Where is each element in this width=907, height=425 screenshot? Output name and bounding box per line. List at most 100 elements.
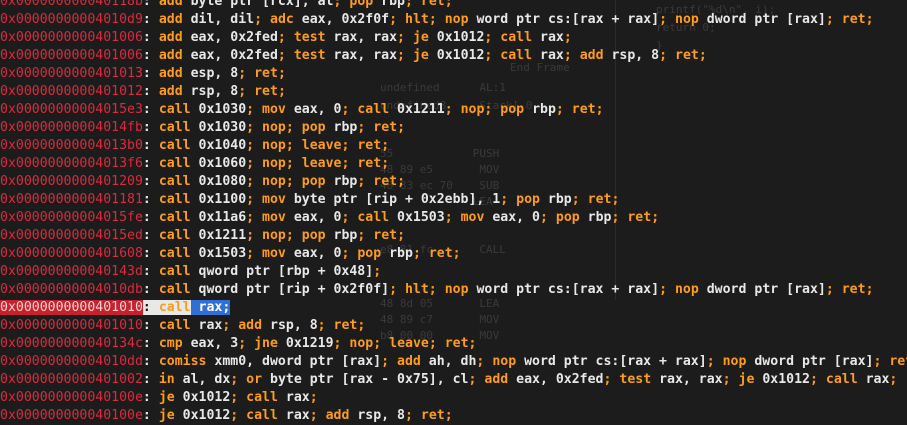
gadget-line[interactable]: 0x000000000040143d: call qword ptr [rbp … xyxy=(0,263,907,281)
mnemonic: test xyxy=(619,372,652,387)
gadget-line[interactable]: 0x0000000000401209: call 0x1080; nop; po… xyxy=(0,173,907,191)
terminal-output[interactable]: 0x000000000040118b: add byte ptr [rcx], … xyxy=(0,0,907,425)
mnemonic: call xyxy=(158,264,191,279)
mnemonic: pop xyxy=(555,210,580,225)
gadget-line[interactable]: 0x000000000040100e: je 0x1012; call rax; xyxy=(0,389,907,407)
gadget-line[interactable]: 0x00000000004015fe: call 0x11a6; mov eax… xyxy=(0,209,907,227)
operands: word ptr cs:[rax + rax] xyxy=(468,282,660,297)
mnemonic: nop xyxy=(262,228,286,243)
address-colon: : xyxy=(142,300,159,315)
instruction-separator: ; xyxy=(476,354,493,369)
operands: dword ptr [rax] xyxy=(698,282,826,297)
instruction-separator: ; xyxy=(428,12,445,27)
gadget-address: 0x00000000004015e3 xyxy=(0,102,143,117)
instruction-separator: ; xyxy=(468,336,477,351)
operands: 0x1030 xyxy=(190,120,247,135)
gadget-line[interactable]: 0x0000000000401010: call rax; add rsp, 8… xyxy=(0,317,907,335)
gadget-line[interactable]: 0x0000000000401006: add eax, 0x2fed; tes… xyxy=(0,29,907,47)
instruction-separator: ; xyxy=(698,48,707,63)
address-colon: : xyxy=(142,408,159,423)
gadget-line[interactable]: 0x00000000004013f6: call 0x1060; nop; le… xyxy=(0,155,907,173)
operands: dword ptr [rax] xyxy=(698,12,826,27)
mnemonic: leave xyxy=(301,156,342,171)
operands: 0x1012 xyxy=(174,390,231,405)
instruction-separator: ; xyxy=(222,318,239,333)
gadget-line[interactable]: 0x0000000000401002: in al, dx; or byte p… xyxy=(0,371,907,389)
mnemonic: ret xyxy=(357,156,382,171)
operands: rbp xyxy=(325,174,358,189)
mnemonic: add xyxy=(484,372,509,387)
mnemonic: call xyxy=(158,174,191,189)
address-colon: : xyxy=(142,246,159,261)
mnemonic: nop xyxy=(675,12,699,27)
gadget-address: 0x0000000000401012 xyxy=(0,84,143,99)
gadget-line[interactable]: 0x00000000004015e3: call 0x1030; mov eax… xyxy=(0,101,907,119)
address-colon: : xyxy=(142,30,159,45)
gadget-line[interactable]: 0x00000000004014fb: call 0x1030; nop; po… xyxy=(0,119,907,137)
gadget-line[interactable]: 0x00000000004010db: call qword ptr [rip … xyxy=(0,281,907,299)
gadget-address: 0x0000000000401209 xyxy=(0,174,143,189)
mnemonic: ret xyxy=(587,192,612,207)
instruction-separator: ; xyxy=(341,210,358,225)
mnemonic: call xyxy=(357,210,390,225)
mnemonic: call xyxy=(158,300,191,315)
instruction-separator: ; xyxy=(452,246,461,261)
operands: rbp xyxy=(381,246,413,261)
mnemonic: call xyxy=(158,210,191,225)
operands: rbp xyxy=(325,120,358,135)
gadget-line[interactable]: 0x0000000000401608: call 0x1503; mov eax… xyxy=(0,245,907,263)
gadget-line[interactable]: 0x000000000040100e: je 0x1012; call rax;… xyxy=(0,407,907,425)
gadget-line-selected[interactable]: 0x0000000000401010: call rax; xyxy=(0,299,907,317)
instruction-separator: ; xyxy=(381,156,390,171)
instruction-separator: ; xyxy=(285,120,302,135)
gadget-line[interactable]: 0x0000000000401181: call 0x1100; mov byt… xyxy=(0,191,907,209)
address-colon: : xyxy=(142,174,159,189)
operands: rax xyxy=(190,300,223,315)
mnemonic: ret xyxy=(373,120,398,135)
gadget-line[interactable]: 0x00000000004010d9: add dil, dil; adc ea… xyxy=(0,11,907,29)
gadget-address: 0x00000000004013b0 xyxy=(0,138,143,153)
instruction-separator: ; xyxy=(381,354,398,369)
mnemonic: leave xyxy=(301,138,342,153)
operands: 0x1012 xyxy=(428,30,485,45)
operands: rax xyxy=(277,408,310,423)
address-colon: : xyxy=(142,228,159,243)
instruction-separator: ; xyxy=(277,84,286,99)
gadget-address: 0x0000000000401010 xyxy=(0,318,143,333)
gadget-line[interactable]: 0x00000000004015ed: call 0x1211; nop; po… xyxy=(0,227,907,245)
mnemonic: je xyxy=(158,408,175,423)
gadget-line[interactable]: 0x00000000004010dd: comiss xmm0, dword p… xyxy=(0,353,907,371)
mnemonic: call xyxy=(158,246,191,261)
mnemonic: nop xyxy=(492,354,517,369)
gadget-address: 0x00000000004014fb xyxy=(0,120,143,135)
operands: eax, 0 xyxy=(484,210,540,225)
operands: rax xyxy=(190,318,223,333)
operands: rsp, 8 xyxy=(182,84,239,99)
instruction-separator: ; xyxy=(595,102,604,117)
mnemonic: jne xyxy=(254,336,278,351)
operands: rax xyxy=(532,30,564,45)
operands: 0x1030 xyxy=(190,102,247,117)
mnemonic: ret xyxy=(420,408,445,423)
mnemonic: call xyxy=(357,102,390,117)
address-colon: : xyxy=(142,318,159,333)
gadget-line[interactable]: 0x0000000000401013: add esp, 8; ret; xyxy=(0,65,907,83)
mnemonic: add xyxy=(325,408,350,423)
instruction-separator: ; xyxy=(539,210,556,225)
gadget-address: 0x00000000004010dd xyxy=(0,354,143,369)
gadget-line[interactable]: 0x0000000000401006: add eax, 0x2fed; tes… xyxy=(0,47,907,65)
operands: dil, dil xyxy=(182,12,255,27)
mnemonic: add xyxy=(158,30,183,45)
operands: 0x1060 xyxy=(190,156,247,171)
operands: 0x1211 xyxy=(389,102,445,117)
gadget-address: 0x0000000000401181 xyxy=(0,192,143,207)
gadget-line[interactable]: 0x000000000040134c: cmp eax, 3; jne 0x12… xyxy=(0,335,907,353)
mnemonic: ret xyxy=(373,228,398,243)
instruction-separator: ; xyxy=(341,156,358,171)
mnemonic: call xyxy=(158,318,191,333)
gadget-line[interactable]: 0x000000000040118b: add byte ptr [rcx], … xyxy=(0,0,907,11)
instruction-separator: ; xyxy=(309,408,326,423)
gadget-address: 0x0000000000401608 xyxy=(0,246,143,261)
gadget-line[interactable]: 0x0000000000401012: add rsp, 8; ret; xyxy=(0,83,907,101)
gadget-line[interactable]: 0x00000000004013b0: call 0x1040; nop; le… xyxy=(0,137,907,155)
